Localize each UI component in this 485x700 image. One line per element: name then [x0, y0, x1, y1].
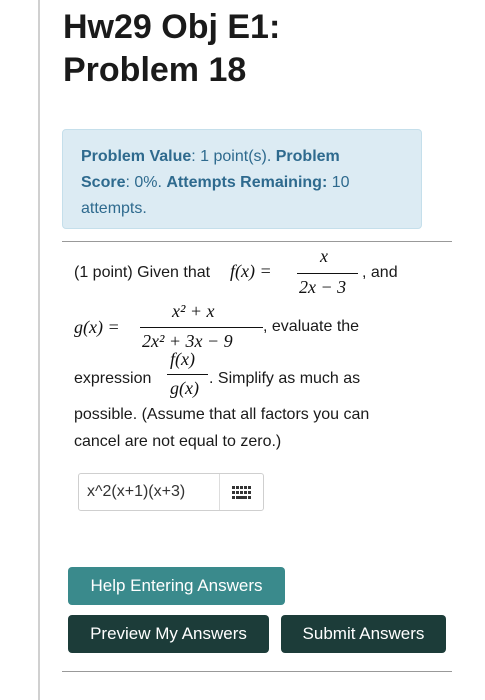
f-denominator: 2x − 3	[299, 277, 347, 297]
f-of-x-label: f(x) =	[230, 261, 272, 281]
top-divider	[62, 241, 452, 242]
assume-line-2: cancel are not equal to zero.)	[74, 433, 282, 450]
ratio-numerator: f(x)	[170, 349, 195, 369]
evaluate-text: , evaluate the	[263, 318, 360, 335]
problem-intro-text: (1 point) Given that	[74, 264, 211, 281]
ratio-fraction-bar	[167, 374, 208, 375]
title-line-1: Hw29 Obj E1:	[63, 8, 281, 46]
problem-score-label-a: Problem	[275, 148, 340, 165]
g-fraction-bar	[140, 327, 263, 328]
bottom-divider	[62, 671, 452, 672]
problem-info-box: Problem Value: 1 point(s). Problem Score…	[62, 129, 422, 229]
title-line-2: Problem 18	[63, 51, 247, 89]
attempts-unit: attempts.	[81, 200, 147, 217]
problem-score-text: : 0%.	[125, 174, 167, 191]
f-fraction-bar	[297, 273, 358, 274]
problem-value-text: : 1 point(s).	[191, 148, 276, 165]
submit-answers-button[interactable]: Submit Answers	[281, 615, 446, 653]
attempts-remaining-count: 10	[327, 174, 350, 191]
f-numerator: x	[320, 246, 328, 266]
preview-answers-button[interactable]: Preview My Answers	[68, 615, 269, 653]
g-of-x-label: g(x) =	[74, 317, 120, 337]
expression-text: expression	[74, 370, 152, 387]
help-entering-answers-button[interactable]: Help Entering Answers	[68, 567, 285, 605]
keyboard-grid-icon[interactable]	[232, 486, 252, 499]
page-title: Hw29 Obj E1: Problem 18	[63, 6, 463, 92]
and-text: , and	[362, 264, 398, 281]
answer-input[interactable]	[79, 474, 219, 510]
attempts-remaining-label: Attempts Remaining:	[166, 174, 328, 191]
simplify-text: . Simplify as much as	[209, 370, 361, 387]
left-border-line	[38, 0, 40, 700]
g-numerator: x² + x	[172, 301, 215, 321]
answer-field-group	[78, 473, 264, 511]
assume-line-1: possible. (Assume that all factors you c…	[74, 406, 370, 423]
answer-field-divider	[219, 474, 220, 510]
ratio-denominator: g(x)	[170, 378, 199, 398]
problem-score-label-b: Score	[81, 174, 126, 191]
problem-value-label: Problem Value	[81, 148, 192, 165]
